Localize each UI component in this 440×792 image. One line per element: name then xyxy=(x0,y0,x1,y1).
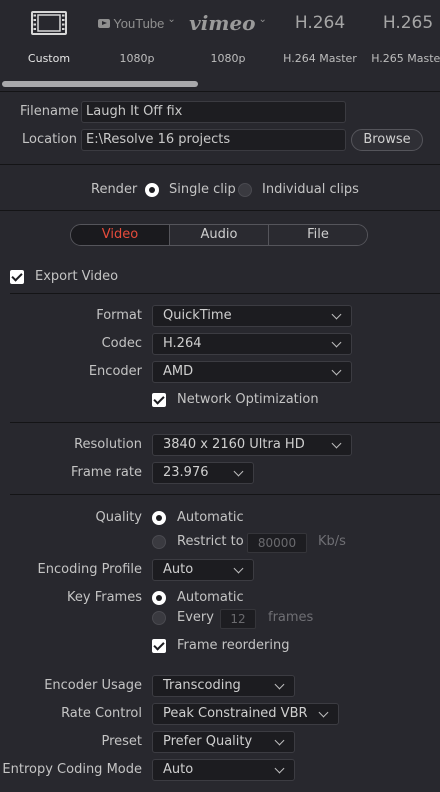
tab-file[interactable]: File xyxy=(268,225,367,245)
format-value: QuickTime xyxy=(163,308,232,323)
entropy-coding-mode-select[interactable]: Auto xyxy=(152,759,295,781)
quality-bitrate-input[interactable]: 80000 xyxy=(247,533,307,553)
preset-label: 1080p xyxy=(210,52,246,65)
quality-unit-label: Kb/s xyxy=(318,534,346,549)
preset-select[interactable]: Prefer Quality xyxy=(152,731,295,753)
tab-audio[interactable]: Audio xyxy=(169,225,268,245)
location-input[interactable]: E:\Resolve 16 projects xyxy=(81,129,346,151)
key-frames-every-radio[interactable] xyxy=(152,611,166,625)
preset-label: Custom xyxy=(27,52,71,65)
preset-vimeo-1080p[interactable]: vimeo ⌄ 1080p xyxy=(189,0,267,74)
divider xyxy=(0,164,440,165)
quality-automatic-label: Automatic xyxy=(177,510,244,525)
divider xyxy=(10,494,440,495)
key-frames-unit-label: frames xyxy=(268,610,314,625)
preset-value: Prefer Quality xyxy=(163,734,253,749)
codec-select[interactable]: H.264 xyxy=(152,333,352,355)
divider xyxy=(0,210,440,211)
vimeo-icon: vimeo xyxy=(189,11,256,35)
filename-input[interactable]: Laugh It Off fix xyxy=(81,101,346,123)
youtube-icon: YouTube xyxy=(98,16,164,31)
preset-label: Preset xyxy=(101,734,142,749)
chevron-down-icon xyxy=(331,309,342,320)
quality-automatic-radio[interactable] xyxy=(152,511,166,525)
encoder-usage-label: Encoder Usage xyxy=(44,678,142,693)
rate-control-label: Rate Control xyxy=(61,706,142,721)
frame-reordering-label: Frame reordering xyxy=(177,638,290,653)
key-frames-every-input[interactable]: 12 xyxy=(220,609,256,629)
chevron-down-icon: ⌄ xyxy=(167,13,176,25)
preset-youtube-1080p[interactable]: YouTube ⌄ 1080p xyxy=(98,0,176,74)
chevron-down-icon xyxy=(331,337,342,348)
render-individual-clips-label: Individual clips xyxy=(262,182,359,197)
chevron-down-icon: ⌄ xyxy=(258,13,267,25)
h265-logo: H.265 xyxy=(382,13,434,33)
tab-video[interactable]: Video xyxy=(71,225,169,245)
key-frames-automatic-radio[interactable] xyxy=(152,591,166,605)
preset-label: H.264 Master xyxy=(283,52,357,65)
encoder-value: AMD xyxy=(163,364,194,379)
preset-label: 1080p xyxy=(119,52,155,65)
film-icon xyxy=(31,0,67,46)
format-label: Format xyxy=(96,308,142,323)
entropy-coding-mode-label: Entropy Coding Mode xyxy=(2,762,142,777)
encoding-profile-label: Encoding Profile xyxy=(37,562,142,577)
chevron-down-icon xyxy=(331,365,342,376)
divider xyxy=(10,422,440,423)
resolution-label: Resolution xyxy=(74,437,142,452)
export-video-checkbox[interactable] xyxy=(10,270,24,284)
quality-restrict-radio[interactable] xyxy=(152,535,166,549)
render-single-clip-label: Single clip xyxy=(169,182,236,197)
export-video-label: Export Video xyxy=(35,269,119,284)
frame-reordering-checkbox[interactable] xyxy=(152,639,166,653)
chevron-down-icon xyxy=(274,679,285,690)
network-optimization-checkbox[interactable] xyxy=(152,393,166,407)
encoder-select[interactable]: AMD xyxy=(152,361,352,383)
rate-control-value: Peak Constrained VBR xyxy=(163,706,308,721)
encoding-profile-select[interactable]: Auto xyxy=(152,559,254,581)
render-label: Render xyxy=(91,182,138,197)
filename-label: Filename xyxy=(20,104,79,119)
preset-h264-master[interactable]: H.264 H.264 Master xyxy=(280,0,360,74)
divider xyxy=(10,293,440,294)
settings-tabs: Video Audio File xyxy=(70,224,368,246)
quality-label: Quality xyxy=(95,510,142,525)
rate-control-select[interactable]: Peak Constrained VBR xyxy=(152,703,339,725)
frame-rate-label: Frame rate xyxy=(70,465,142,480)
codec-value: H.264 xyxy=(163,336,202,351)
chevron-down-icon xyxy=(331,438,342,449)
chevron-down-icon xyxy=(274,735,285,746)
chevron-down-icon xyxy=(233,466,244,477)
encoder-usage-value: Transcoding xyxy=(163,678,241,693)
preset-label: H.265 Master xyxy=(371,52,440,65)
divider xyxy=(0,91,440,92)
h264-logo: H.264 xyxy=(294,13,346,33)
frame-rate-value: 23.976 xyxy=(163,465,209,480)
render-single-clip-radio[interactable] xyxy=(145,183,159,197)
youtube-logo-text: YouTube xyxy=(113,15,165,31)
encoder-usage-select[interactable]: Transcoding xyxy=(152,675,295,697)
key-frames-label: Key Frames xyxy=(67,590,142,605)
key-frames-automatic-label: Automatic xyxy=(177,590,244,605)
preset-h265-master[interactable]: H.265 H.265 Master xyxy=(371,0,440,74)
format-select[interactable]: QuickTime xyxy=(152,305,352,327)
entropy-coding-mode-value: Auto xyxy=(163,762,194,777)
codec-label: Codec xyxy=(101,336,142,351)
resolution-value: 3840 x 2160 Ultra HD xyxy=(163,437,305,452)
presets-scrollbar[interactable] xyxy=(2,81,198,87)
key-frames-every-label: Every xyxy=(177,610,214,625)
frame-rate-select[interactable]: 23.976 xyxy=(152,462,254,484)
encoding-profile-value: Auto xyxy=(163,562,194,577)
encoder-label: Encoder xyxy=(88,364,142,379)
preset-custom[interactable]: Custom xyxy=(14,0,84,74)
chevron-down-icon xyxy=(233,563,244,574)
browse-button[interactable]: Browse xyxy=(351,129,423,151)
resolution-select[interactable]: 3840 x 2160 Ultra HD xyxy=(152,434,352,456)
chevron-down-icon xyxy=(318,707,329,718)
location-label: Location xyxy=(22,132,77,147)
quality-restrict-label: Restrict to xyxy=(177,534,244,549)
render-individual-clips-radio[interactable] xyxy=(238,183,252,197)
chevron-down-icon xyxy=(274,763,285,774)
network-optimization-label: Network Optimization xyxy=(177,392,319,407)
